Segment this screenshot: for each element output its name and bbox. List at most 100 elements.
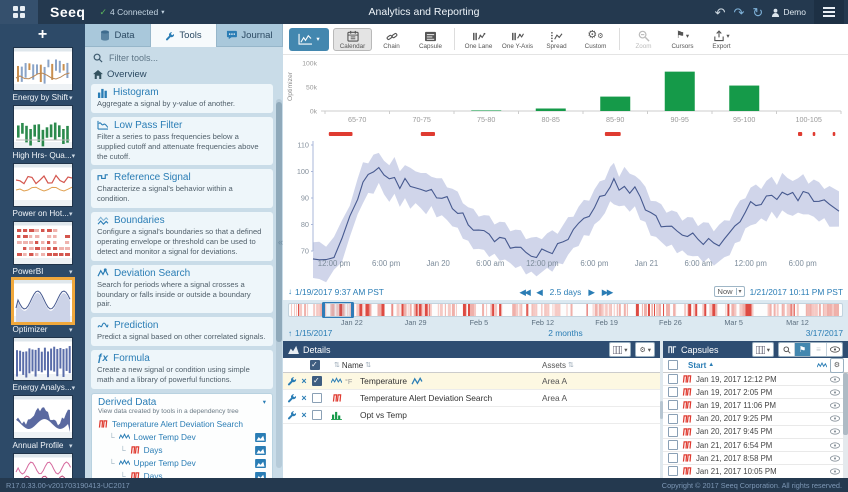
worksheet-thumbnail[interactable] xyxy=(13,47,73,91)
eye-icon[interactable] xyxy=(830,376,840,383)
select-all-capsules-checkbox[interactable] xyxy=(668,360,678,370)
chevron-down-icon[interactable]: ▾ xyxy=(69,268,73,276)
row-checkbox[interactable] xyxy=(312,393,322,403)
row-checkbox[interactable] xyxy=(312,376,322,386)
toolbar-custom-button[interactable]: ⚙⚙Custom xyxy=(576,28,615,51)
remove-icon[interactable]: × xyxy=(298,410,310,420)
redo-icon[interactable]: ↷ xyxy=(734,6,745,19)
remove-icon[interactable]: × xyxy=(298,393,310,403)
home-grid-button[interactable] xyxy=(0,0,38,24)
worksheet-thumbnail[interactable] xyxy=(13,279,73,323)
row-checkbox[interactable] xyxy=(668,427,678,437)
eye-icon[interactable] xyxy=(830,415,840,422)
toolbar-cursors-button[interactable]: ⚑▾Cursors xyxy=(663,28,702,51)
capsule-row[interactable]: Jan 21, 2017 6:54 PM xyxy=(663,439,848,452)
worksheet-thumbnail[interactable] xyxy=(13,163,73,207)
tab-tools[interactable]: Tools xyxy=(151,24,217,47)
toolbar-calendar-button[interactable]: Calendar xyxy=(333,28,372,51)
worksheet-thumbnail[interactable] xyxy=(13,337,73,381)
chevron-down-icon[interactable]: ▾ xyxy=(69,210,73,218)
sort-icon[interactable]: ⇅ xyxy=(365,361,371,369)
worksheet-item[interactable]: Energy by Shift▾ xyxy=(12,47,74,105)
range-collapse-icon[interactable]: ↓ xyxy=(288,287,292,296)
toolbar-spread-button[interactable]: Spread xyxy=(537,28,576,51)
capsules-scrollbar-thumb[interactable] xyxy=(843,373,848,435)
step-forward-much-icon[interactable]: ▶▶ xyxy=(602,287,612,297)
range-end[interactable]: 1/21/2017 10:11 PM PST xyxy=(750,287,843,297)
list-view-icon[interactable]: ≡ xyxy=(811,343,827,356)
worksheet-item[interactable]: High Hrs- Qua...▾ xyxy=(12,105,74,163)
chevron-down-icon[interactable]: ▾ xyxy=(69,94,73,102)
zoom-capsule-icon[interactable] xyxy=(779,343,795,356)
capsule-row[interactable]: Jan 20, 2017 9:45 PM xyxy=(663,426,848,439)
tab-data[interactable]: Data xyxy=(85,24,151,47)
capsule-row[interactable]: Jan 19, 2017 12:12 PM xyxy=(663,373,848,386)
details-columns-button[interactable]: ▾ xyxy=(609,342,631,357)
row-checkbox[interactable] xyxy=(312,410,322,420)
details-settings-button[interactable]: ⚙▾ xyxy=(635,342,655,357)
assets-column-header[interactable]: Assets xyxy=(542,361,566,370)
sort-icon[interactable]: ⇅ xyxy=(334,361,340,369)
tool-histogram[interactable]: HistogramAggregate a signal by y-value o… xyxy=(91,84,273,113)
tools-scrollbar-thumb[interactable] xyxy=(276,102,282,342)
eye-icon[interactable] xyxy=(830,402,840,409)
toolbar-capsule-button[interactable]: Capsule xyxy=(411,28,450,51)
worksheet-item[interactable]: Energy Analys...▾ xyxy=(12,337,74,395)
chevron-down-icon[interactable]: ▾ xyxy=(72,384,76,392)
open-trend-icon[interactable] xyxy=(255,446,266,455)
open-trend-icon[interactable] xyxy=(255,433,266,442)
tool-prediction[interactable]: PredictionPredict a signal based on othe… xyxy=(91,317,273,346)
row-name[interactable]: Temperature Alert Deviation Search xyxy=(360,393,542,403)
derived-tree-item[interactable]: └Upper Temp Dev xyxy=(98,457,266,470)
worksheet-item[interactable]: Annual Profile▾ xyxy=(12,395,74,453)
row-checkbox[interactable] xyxy=(668,453,678,463)
worksheet-thumbnail[interactable] xyxy=(13,453,73,478)
row-checkbox[interactable] xyxy=(668,387,678,397)
flag-filter-icon[interactable]: ⚑ xyxy=(795,343,811,356)
toolbar-one-lane-button[interactable]: One Lane xyxy=(459,28,498,51)
capsules-settings-button[interactable]: ⚙ xyxy=(830,358,844,373)
eye-toggle-icon[interactable] xyxy=(827,343,842,356)
wrench-icon[interactable] xyxy=(285,393,298,403)
derived-data-header[interactable]: Derived Data ▾ xyxy=(98,397,266,408)
connected-dropdown[interactable]: ✓ 4 Connected ▾ xyxy=(99,7,164,18)
row-checkbox[interactable] xyxy=(668,400,678,410)
tab-journal[interactable]: Journal xyxy=(217,24,283,47)
now-button[interactable]: Now ▾ xyxy=(714,286,745,297)
select-all-checkbox[interactable] xyxy=(310,360,320,370)
view-mode-dropdown[interactable]: ▾ xyxy=(289,28,329,51)
row-name[interactable]: Temperature xyxy=(360,376,542,386)
row-checkbox[interactable] xyxy=(668,414,678,424)
worksheet-thumbnail[interactable] xyxy=(13,395,73,439)
selection-left-handle[interactable] xyxy=(322,302,325,318)
eye-icon[interactable] xyxy=(830,455,840,462)
derived-tree-item[interactable]: └Days xyxy=(98,470,266,478)
worksheet-item[interactable]: PowerBI▾ xyxy=(12,221,74,279)
open-trend-icon[interactable] xyxy=(255,459,266,468)
worksheet-thumbnail[interactable] xyxy=(13,105,73,149)
details-row[interactable]: ×Opt vs Temp xyxy=(283,407,660,424)
eye-icon[interactable] xyxy=(830,428,840,435)
capsule-row[interactable]: Jan 19, 2017 11:06 PM xyxy=(663,399,848,412)
worksheet-item[interactable]: Optimizer▾ xyxy=(12,279,74,337)
worksheet-item[interactable]: Power on Hot...▾ xyxy=(12,163,74,221)
details-row[interactable]: ×Temperature Alert Deviation SearchArea … xyxy=(283,390,660,407)
hamburger-menu-button[interactable] xyxy=(814,0,844,24)
redo-all-icon[interactable]: ↻ xyxy=(752,6,763,19)
derived-tree-item[interactable]: └Days xyxy=(98,444,266,457)
scrubber-selection[interactable] xyxy=(323,302,353,318)
tool-formula[interactable]: ƒxFormulaCreate a new signal or conditio… xyxy=(91,350,273,389)
toolbar-export-button[interactable]: ▾Export xyxy=(702,28,741,51)
start-column-header[interactable]: Start xyxy=(688,361,706,370)
eye-icon[interactable] xyxy=(830,468,840,475)
selection-right-handle[interactable] xyxy=(351,302,354,318)
tool-lowpass[interactable]: Low Pass FilterFilter a series to pass f… xyxy=(91,117,273,166)
overview-link[interactable]: Overview xyxy=(85,66,283,84)
chevron-down-icon[interactable]: ▾ xyxy=(69,326,73,334)
derived-tree-item[interactable]: └Lower Temp Dev xyxy=(98,431,266,444)
row-checkbox[interactable] xyxy=(668,440,678,450)
range-duration[interactable]: 2.5 days xyxy=(550,287,582,297)
step-back-icon[interactable]: ◀ xyxy=(536,287,542,297)
step-forward-icon[interactable]: ▶ xyxy=(588,287,594,297)
tool-deviation[interactable]: Deviation SearchSearch for periods where… xyxy=(91,265,273,314)
